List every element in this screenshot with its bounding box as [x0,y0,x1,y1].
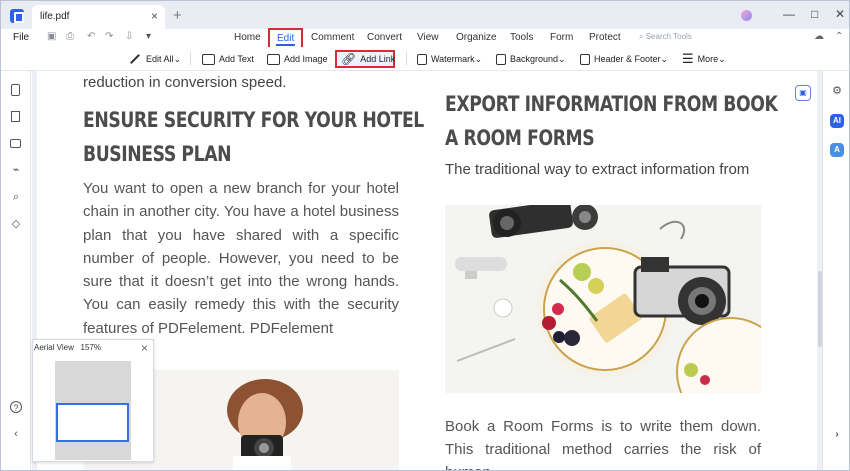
close-window-button[interactable]: ✕ [835,7,845,21]
comment-icon[interactable] [10,139,21,148]
save-icon[interactable]: ▣ [47,31,56,42]
toolbar-divider [406,52,407,65]
account-avatar[interactable] [741,10,752,21]
watermark-button[interactable]: Watermark ⌄ [417,50,482,68]
page-top-text: reduction in conversion speed. [83,74,287,91]
aerial-close-icon[interactable]: × [141,341,148,355]
menu-tools[interactable]: Tools [510,32,533,43]
menu-view[interactable]: View [417,32,439,43]
help-icon[interactable]: ? [10,401,22,413]
chevron-down-icon: ⌄ [558,53,566,64]
left-paragraph: You want to open a new branch for your h… [83,180,399,337]
chevron-down-icon: ⌄ [173,53,182,64]
food-camera-image [445,205,761,393]
search-tools-input[interactable]: ⌕ Search Tools [639,32,692,42]
new-tab-button[interactable]: + [173,7,182,24]
menu-comment[interactable]: Comment [311,32,354,43]
menu-lines-icon: ☰ [682,51,694,66]
search-tools-placeholder: Search Tools [645,32,692,41]
left-sidebar: ⌁ ⌕ ◇ ? ‹ [1,71,31,470]
menu-home[interactable]: Home [234,32,261,43]
aerial-view-label: Aerial View [34,343,74,352]
attachment-icon[interactable]: ⌁ [10,164,22,176]
link-icon: 🔗︎ [341,52,357,66]
add-link-label: Add Link [360,54,396,64]
more-button[interactable]: ☰ More ⌄ [682,50,726,68]
background-button[interactable]: Background ⌄ [496,50,566,68]
menu-edit-label: Edit [277,33,295,44]
redo-icon[interactable]: ↷ [105,31,113,42]
chevron-down-icon: ⌄ [660,53,669,64]
properties-icon[interactable]: ⚙ [830,84,844,98]
bookmark-icon[interactable] [11,111,20,122]
undo-icon[interactable]: ↶ [87,31,95,42]
menu-form[interactable]: Form [550,32,573,43]
aerial-view-title: Aerial View 157% [34,343,101,352]
background-label: Background [510,54,559,64]
title-bar: life.pdf × + — □ ✕ [1,1,849,29]
right-heading-line: EXPORT INFORMATION FROM BOOK [445,92,778,116]
layers-icon[interactable]: ◇ [10,218,22,230]
collapse-right-icon[interactable]: › [830,428,844,442]
collapse-left-icon[interactable]: ‹ [10,428,22,440]
left-heading-line: ENSURE SECURITY FOR YOUR HOTEL [83,108,424,132]
share-icon[interactable]: ⇩ [125,31,133,42]
file-menu[interactable]: File [13,32,29,43]
menu-protect[interactable]: Protect [589,32,621,43]
right-bottom-paragraph: Book a Room Forms is to write them down.… [445,418,761,470]
header-footer-button[interactable]: Header & Footer ⌄ [580,50,668,68]
background-icon [496,53,506,65]
cloud-upload-icon[interactable]: ☁ [814,31,824,42]
tab-title: life.pdf [40,11,70,22]
right-subtitle: The traditional way to extract informati… [445,161,750,178]
aerial-view-panel[interactable]: Aerial View 157% × [32,339,154,462]
header-footer-icon [580,53,590,65]
menu-organize[interactable]: Organize [456,32,497,43]
left-heading-line: BUSINESS PLAN [83,142,232,166]
add-text-button[interactable]: Add Text [202,50,254,68]
tab-close-icon[interactable]: × [151,9,158,23]
watermark-icon [417,53,427,65]
more-label: More [697,54,719,64]
toolbar-divider [190,52,191,65]
right-sidebar: ⚙ AI A › [822,71,849,470]
add-text-label: Add Text [219,54,254,64]
right-section-heading: EXPORT INFORMATION FROM BOOK A ROOM FORM… [445,87,778,155]
minimize-button[interactable]: — [783,7,795,21]
add-link-button[interactable]: 🔗︎ Add Link [335,50,395,68]
document-tab[interactable]: life.pdf × [32,5,165,29]
menu-edit[interactable]: Edit [268,28,303,49]
print-icon[interactable]: ⎙ [66,31,74,42]
copy-text-icon[interactable]: ▣ [795,85,811,101]
app-logo-icon [10,9,24,23]
aerial-zoom-label: 157% [80,343,102,352]
search-icon[interactable]: ⌕ [10,191,22,203]
edit-all-label: Edit All [146,54,174,64]
pencil-icon [130,54,140,64]
left-section-heading: ENSURE SECURITY FOR YOUR HOTEL BUSINESS … [83,103,424,171]
aerial-view-rectangle[interactable] [56,403,129,442]
edit-all-button[interactable]: Edit All ⌄ [129,50,181,68]
menu-convert[interactable]: Convert [367,32,402,43]
ai-assistant-icon[interactable]: AI [830,114,844,128]
text-box-icon [202,53,215,65]
right-heading-line: A ROOM FORMS [445,126,595,150]
pdf-editor-window: life.pdf × + — □ ✕ File ▣ ⎙ ↶ ↷ ⇩ ▾ Home… [0,0,850,471]
maximize-button[interactable]: □ [811,7,818,21]
edit-toolbar: Edit All ⌄ Add Text Add Image 🔗︎ Add Link … [1,47,849,71]
add-image-label: Add Image [284,54,328,64]
collapse-ribbon-icon[interactable]: ⌃ [835,31,843,42]
watermark-label: Watermark [431,54,475,64]
food-camera-illustration [445,205,761,393]
header-footer-label: Header & Footer [594,54,661,64]
quick-access-dropdown-icon[interactable]: ▾ [146,31,151,42]
translate-icon[interactable]: A [830,143,844,157]
add-image-button[interactable]: Add Image [267,50,328,68]
image-icon [267,53,280,65]
chevron-down-icon: ⌄ [474,53,483,64]
menu-bar: File ▣ ⎙ ↶ ↷ ⇩ ▾ Home Edit Comment Conve… [1,28,849,49]
pages-icon[interactable] [11,84,20,96]
chevron-down-icon: ⌄ [718,53,726,64]
